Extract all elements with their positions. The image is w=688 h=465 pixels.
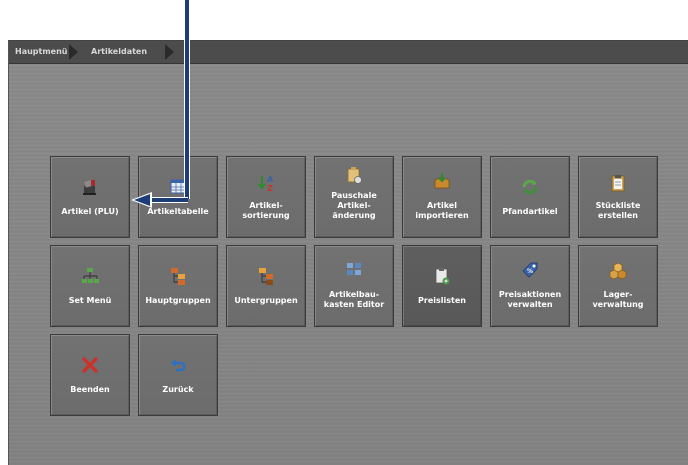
svg-text:A: A: [267, 175, 274, 184]
svg-text:Z: Z: [267, 184, 273, 193]
breadcrumb-artikeldaten[interactable]: Artikeldaten: [91, 41, 147, 63]
subtree-icon: [259, 268, 273, 285]
cash-register-icon: [83, 180, 96, 195]
tile-untergruppen[interactable]: Untergruppen: [226, 245, 306, 327]
breadcrumb-separator-icon: [69, 44, 78, 60]
tile-pfandartikel[interactable]: Pfandartikel: [490, 156, 570, 238]
tile-artikelbaukasten-editor[interactable]: Artikelbau- kasten Editor: [314, 245, 394, 327]
tile-preisaktionen-verwalten[interactable]: % Preisaktionen verwalten: [490, 245, 570, 327]
sort-az-icon: A Z: [258, 175, 274, 193]
tile-label: Artikel (PLU): [61, 207, 119, 216]
tile-label: Zurück: [162, 385, 194, 394]
bulk-edit-icon: [347, 167, 362, 184]
price-tag-icon: %: [522, 262, 538, 278]
tile-artikelsortierung[interactable]: A Z Artikel- sortierung: [226, 156, 306, 238]
breadcrumb-separator-icon: [165, 44, 174, 60]
tile-label: Pfandartikel: [502, 207, 558, 216]
stock-boxes-icon: [609, 262, 627, 280]
recycle-icon: [522, 179, 538, 195]
breadcrumb-hauptmenu[interactable]: Hauptmenü: [15, 41, 68, 63]
tile-label: Artikel importieren: [415, 201, 469, 220]
tile-pauschale-artikelaenderung[interactable]: Pauschale Artikel- änderung: [314, 156, 394, 238]
annotation-arrow-horizontal: [150, 197, 188, 203]
tile-label: Artikel- sortierung: [242, 201, 290, 220]
back-arrow-icon: [171, 359, 186, 372]
annotation-arrow-head-icon: [131, 192, 152, 208]
breadcrumb-bar: Hauptmenü Artikeldaten: [9, 41, 688, 64]
tile-label: Preisaktionen verwalten: [498, 290, 562, 309]
modules-icon: [347, 263, 361, 275]
tile-stueckliste-erstellen[interactable]: Stückliste erstellen: [578, 156, 658, 238]
tile-label: Set Menü: [68, 296, 112, 305]
tile-label: Hauptgruppen: [145, 296, 211, 305]
annotation-arrow-shaft: [184, 0, 190, 199]
tile-beenden[interactable]: Beenden: [50, 334, 130, 416]
clipboard-icon: [611, 175, 625, 192]
tile-label: Preislisten: [418, 296, 466, 305]
tile-set-menue[interactable]: Set Menü: [50, 245, 130, 327]
hierarchy-icon: [171, 268, 185, 285]
tile-artikel-importieren[interactable]: Artikel importieren: [402, 156, 482, 238]
tile-label: Beenden: [70, 385, 110, 394]
tile-label: Untergruppen: [234, 296, 298, 305]
tile-label: Artikelbau- kasten Editor: [323, 290, 385, 309]
tile-label: Pauschale Artikel- änderung: [331, 191, 377, 220]
tile-label: Stückliste erstellen: [595, 201, 641, 220]
tile-hauptgruppen[interactable]: Hauptgruppen: [138, 245, 218, 327]
network-icon: [82, 268, 99, 283]
tile-zurueck[interactable]: Zurück: [138, 334, 218, 416]
svg-text:%: %: [527, 268, 533, 275]
tile-preislisten[interactable]: Preislisten: [402, 245, 482, 327]
import-box-icon: [434, 173, 450, 189]
close-x-icon: [82, 357, 98, 373]
pricelist-icon: [435, 268, 450, 285]
tile-lagerverwaltung[interactable]: Lager- verwaltung: [578, 245, 658, 327]
tile-artikel-plu[interactable]: Artikel (PLU): [50, 156, 130, 238]
tile-label: Lager- verwaltung: [592, 290, 644, 309]
